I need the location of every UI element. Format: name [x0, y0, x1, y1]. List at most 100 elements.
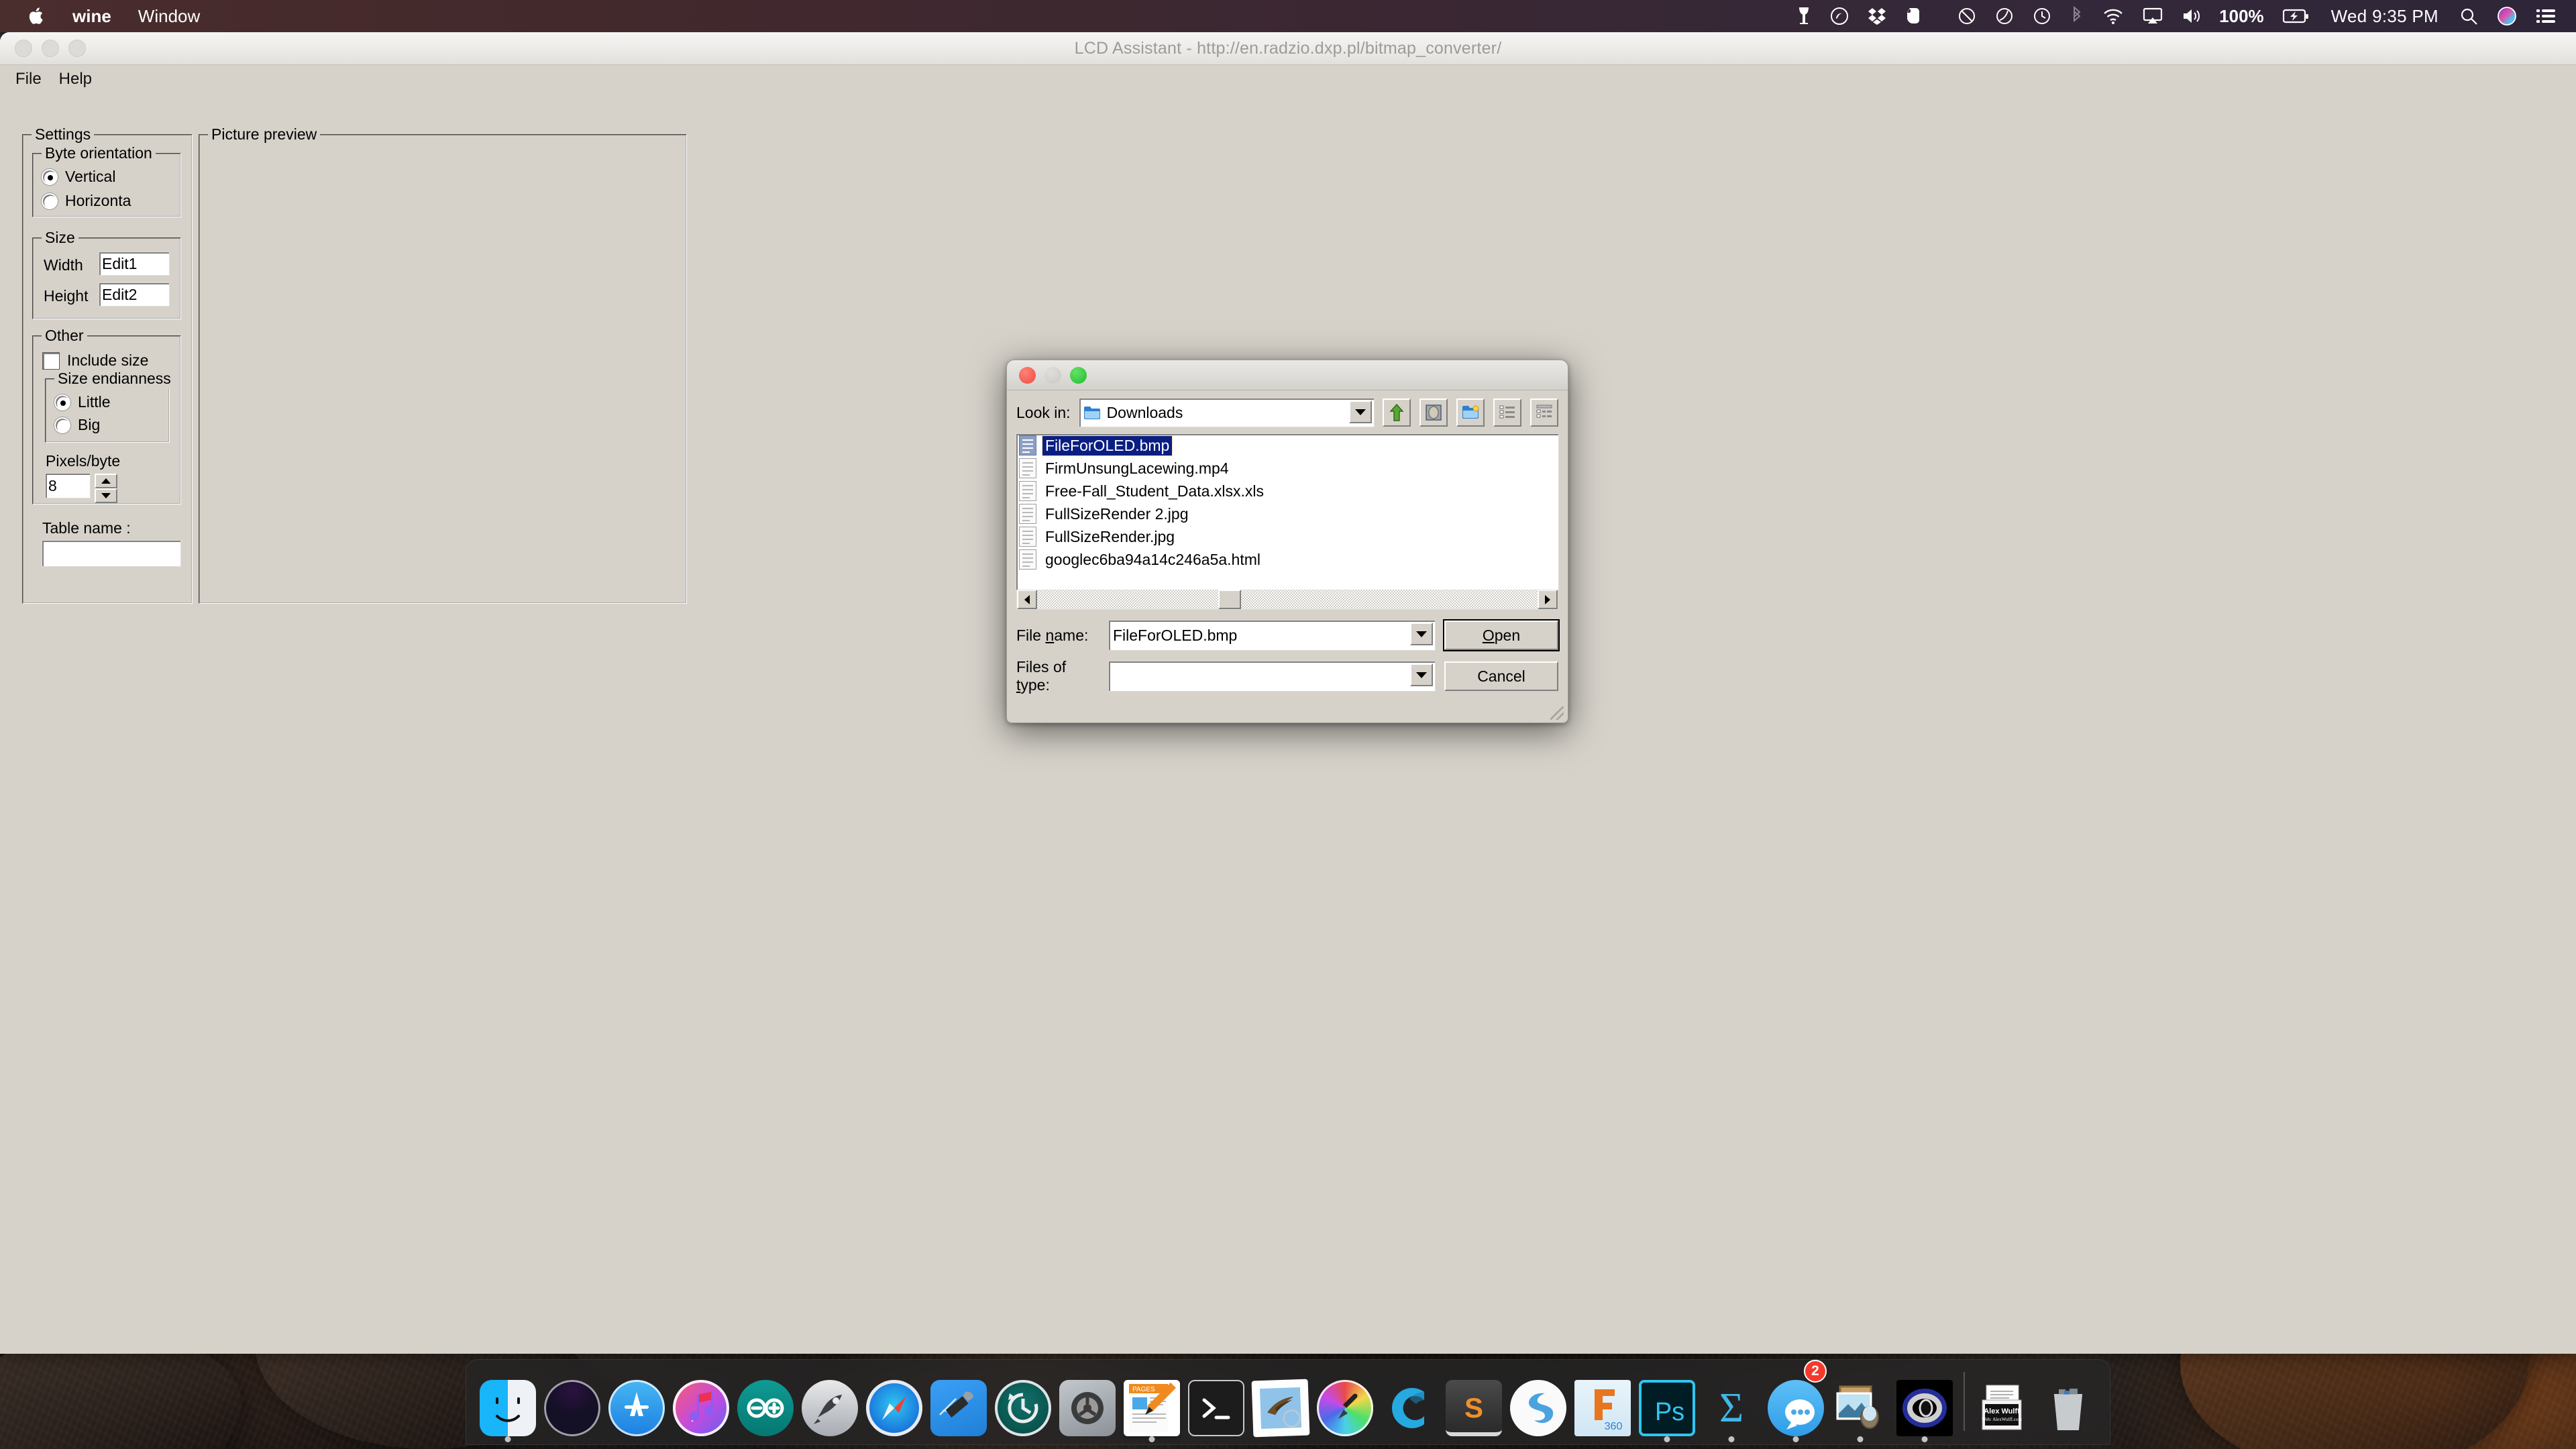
table-name-input[interactable] [42, 541, 180, 566]
scroll-track[interactable] [1037, 590, 1538, 609]
menubar-clock[interactable]: Wed 9:35 PM [2319, 6, 2451, 27]
dock-item-mathematica[interactable]: Σ [1699, 1361, 1764, 1444]
height-input[interactable] [99, 283, 169, 306]
radio-little[interactable]: Little [54, 393, 111, 411]
dock-item-app-store[interactable] [604, 1361, 669, 1444]
arduino-icon [737, 1380, 794, 1436]
file-name-combobox[interactable]: FileForOLED.bmp [1109, 621, 1435, 650]
dock-item-finder[interactable] [476, 1361, 540, 1444]
file-type-combobox[interactable] [1109, 661, 1435, 691]
dock-item-photoshop[interactable]: Ps [1635, 1361, 1699, 1444]
radio-big[interactable]: Big [54, 416, 100, 434]
airplay-icon[interactable] [2133, 0, 2172, 32]
file-type-row: Files of type: Cancel [1016, 658, 1558, 694]
dock-item-documents-stack[interactable]: Alex Wulff Web: AlexWulff.com [1972, 1361, 2036, 1444]
notification-center-icon[interactable] [2526, 0, 2565, 32]
list-item[interactable]: FirmUnsungLacewing.mp4 [1016, 457, 1558, 480]
dock-item-time-machine[interactable] [991, 1361, 1055, 1444]
scroll-left-button[interactable] [1017, 590, 1037, 609]
new-folder-icon[interactable] [1456, 398, 1485, 427]
dialog-titlebar[interactable] [1007, 360, 1568, 390]
dock-item-wolfram-player[interactable] [1892, 1361, 1957, 1444]
dialog-close-button[interactable] [1019, 366, 1036, 384]
wifi-icon[interactable] [2093, 0, 2133, 32]
dock-item-trash[interactable] [2036, 1361, 2100, 1444]
dialog-footer: File name: FileForOLED.bmp Open Files of… [1016, 621, 1558, 694]
open-button[interactable]: Open [1444, 621, 1558, 650]
dock-item-mail[interactable] [1248, 1361, 1313, 1444]
menubar-item-window[interactable]: Window [125, 0, 213, 32]
dock-item-safari[interactable] [862, 1361, 926, 1444]
file-name: FullSizeRender 2.jpg [1045, 504, 1189, 523]
messages-icon [1768, 1380, 1824, 1436]
dock-item-arduino[interactable] [733, 1361, 798, 1444]
menubar-app-name[interactable]: wine [59, 0, 125, 32]
dock-item-simplenote[interactable] [1506, 1361, 1570, 1444]
dock-item-xcode[interactable] [926, 1361, 991, 1444]
dock-item-terminal[interactable] [1184, 1361, 1248, 1444]
dock-item-preview[interactable] [1828, 1361, 1892, 1444]
height-label: Height [44, 287, 89, 305]
width-input[interactable] [99, 252, 169, 275]
resize-grip[interactable] [1550, 706, 1564, 720]
detail-view-icon[interactable] [1530, 398, 1558, 427]
include-size-checkbox[interactable]: Include size [43, 352, 148, 370]
scroll-right-button[interactable] [1538, 590, 1558, 609]
list-item[interactable]: FullSizeRender 2.jpg [1016, 502, 1558, 525]
menu-help[interactable]: Help [50, 67, 101, 91]
stepper-down-button[interactable] [95, 488, 117, 503]
radio-vertical[interactable]: Vertical [42, 168, 115, 186]
dock-item-digital-color-meter[interactable] [1313, 1361, 1377, 1444]
battery-charging-icon[interactable] [2273, 0, 2319, 32]
time-machine-icon[interactable] [2023, 0, 2061, 32]
look-in-combobox[interactable]: Downloads [1079, 398, 1374, 427]
dock-item-messages[interactable]: 2 [1764, 1360, 1828, 1444]
scroll-thumb[interactable] [1218, 590, 1241, 609]
dock-item-launchpad[interactable] [798, 1361, 862, 1444]
no-sleep-icon[interactable] [1948, 0, 1986, 32]
dock-item-siri[interactable] [540, 1361, 604, 1444]
pixels-per-byte-input[interactable] [46, 474, 90, 498]
apple-menu-icon[interactable] [15, 0, 59, 32]
siri-icon[interactable] [2487, 0, 2526, 32]
dock-item-fusion-360[interactable]: 360 [1570, 1361, 1635, 1444]
create-new-folder-icon[interactable] [1419, 398, 1448, 427]
bluetooth-icon[interactable] [2061, 0, 2093, 32]
file-name-dropdown-button[interactable] [1410, 623, 1433, 645]
spotlight-search-icon[interactable] [2451, 0, 2487, 32]
radio-horizontal[interactable]: Horizonta [42, 192, 131, 210]
dock-item-system-preferences[interactable] [1055, 1361, 1120, 1444]
look-in-dropdown-button[interactable] [1349, 400, 1372, 423]
creative-cloud-icon[interactable] [1821, 0, 1858, 32]
volume-icon[interactable] [2172, 0, 2210, 32]
finder-icon [480, 1380, 536, 1436]
menu-file[interactable]: File [7, 67, 50, 91]
horizontal-scrollbar[interactable] [1016, 590, 1558, 610]
cancel-button[interactable]: Cancel [1444, 661, 1558, 691]
file-type-dropdown-button[interactable] [1410, 663, 1433, 686]
window-titlebar[interactable]: LCD Assistant - http://en.radzio.dxp.pl/… [0, 32, 2576, 65]
list-item[interactable]: FileForOLED.bmp [1016, 434, 1558, 457]
list-item[interactable]: googlec6ba94a14c246a5a.html [1016, 548, 1558, 571]
mathematica-icon: Σ [1703, 1380, 1760, 1436]
pixels-per-byte-stepper[interactable] [46, 474, 117, 503]
file-icon [1019, 481, 1036, 501]
dropbox-icon[interactable] [1858, 0, 1896, 32]
dock-item-pages[interactable]: PAGES [1120, 1361, 1184, 1444]
dock-item-cleanmymac[interactable] [1377, 1361, 1442, 1444]
list-item[interactable]: Free-Fall_Student_Data.xlsx.xls [1016, 480, 1558, 502]
wine-glass-icon[interactable] [1787, 0, 1821, 32]
battery-percent-label[interactable]: 100% [2210, 0, 2273, 32]
file-list[interactable]: FileForOLED.bmp FirmUnsungLacewing.mp4 F… [1016, 434, 1558, 590]
list-view-icon[interactable] [1493, 398, 1521, 427]
stepper-up-button[interactable] [95, 474, 117, 488]
up-one-level-icon[interactable] [1383, 398, 1411, 427]
evernote-icon[interactable] [1896, 0, 1929, 32]
dialog-minimize-button[interactable] [1044, 366, 1061, 384]
moon-icon[interactable] [1986, 0, 2023, 32]
dock-item-itunes[interactable] [669, 1361, 733, 1444]
dock-item-sublime-text[interactable]: S [1442, 1361, 1506, 1444]
dialog-zoom-button[interactable] [1070, 366, 1087, 384]
dock-separator [1964, 1372, 1965, 1431]
list-item[interactable]: FullSizeRender.jpg [1016, 525, 1558, 548]
